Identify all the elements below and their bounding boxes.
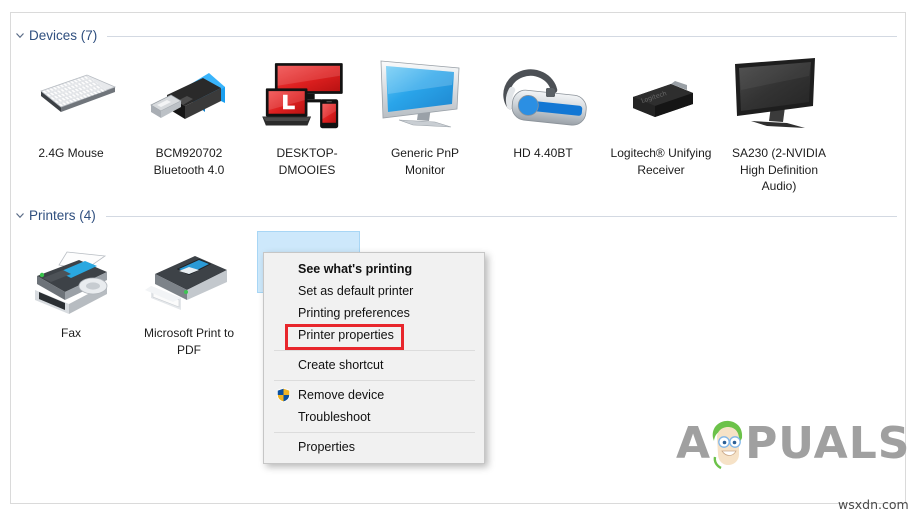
device-label: HD 4.40BT — [513, 146, 573, 160]
device-tile-mouse[interactable]: 2.4G Mouse — [12, 51, 130, 162]
group-title-printers: Printers (4) — [29, 207, 96, 223]
menu-separator — [264, 428, 484, 436]
group-rule — [107, 35, 897, 37]
context-menu-item-printer-properties[interactable]: Printer properties — [264, 324, 484, 346]
device-tile-computer[interactable]: DESKTOP-DMOOIES — [248, 51, 366, 178]
menu-item-label: Properties — [298, 440, 355, 454]
chevron-down-icon[interactable] — [13, 28, 27, 42]
menu-item-label: Create shortcut — [298, 358, 384, 372]
chevron-down-icon[interactable] — [13, 208, 27, 222]
context-menu-item-troubleshoot[interactable]: Troubleshoot — [264, 406, 484, 428]
menu-separator — [264, 346, 484, 354]
usb-nano-receiver-icon: Logitech — [602, 51, 720, 143]
device-tile-bluetooth-dongle[interactable]: BCM920702 Bluetooth 4.0 — [130, 51, 248, 178]
watermark-text-right: PUALS — [745, 418, 911, 469]
context-menu-item-printing-preferences[interactable]: Printing preferences — [264, 302, 484, 324]
device-tile-pnp-monitor[interactable]: Generic PnP Monitor — [366, 51, 484, 178]
menu-item-label: Troubleshoot — [298, 410, 371, 424]
site-credit: wsxdn.com — [838, 497, 909, 512]
context-menu-item-create-shortcut[interactable]: Create shortcut — [264, 354, 484, 376]
printer-context-menu[interactable]: See what's printing Set as default print… — [263, 252, 485, 464]
device-tile-headset[interactable]: HD 4.40BT — [484, 51, 602, 162]
printer-label: Fax — [60, 326, 81, 340]
screenshot-root: Devices (7) 2.4G Mouse BCM920702 Bluetoo… — [0, 0, 922, 518]
keyboard-icon — [12, 51, 130, 143]
uac-shield-icon — [276, 387, 291, 403]
printer-label: Microsoft Print to PDF — [143, 326, 235, 357]
menu-item-label: Set as default printer — [298, 284, 414, 298]
group-header-devices[interactable]: Devices (7) — [13, 25, 897, 45]
appuals-watermark: A PUALS — [676, 418, 910, 470]
device-label: BCM920702 Bluetooth 4.0 — [153, 146, 225, 177]
context-menu-item-see-whats-printing[interactable]: See what's printing — [264, 258, 484, 280]
printer-tile-print-to-pdf[interactable]: Microsoft Print to PDF — [130, 231, 248, 358]
group-rule — [105, 215, 897, 217]
bluetooth-headset-icon — [484, 51, 602, 143]
context-menu-item-set-as-default-printer[interactable]: Set as default printer — [264, 280, 484, 302]
monitor-black-icon — [720, 51, 838, 143]
device-tile-sa230[interactable]: SA230 (2-NVIDIA High Definition Audio) — [720, 51, 838, 195]
printer-icon — [130, 231, 248, 323]
printer-tile-fax[interactable]: Fax — [12, 231, 130, 342]
computer-devices-icon — [248, 51, 366, 143]
fax-machine-icon — [12, 231, 130, 323]
menu-item-label: Remove device — [298, 388, 385, 402]
device-label: SA230 (2-NVIDIA High Definition Audio) — [731, 146, 827, 193]
device-label: Logitech® Unifying Receiver — [610, 146, 712, 177]
usb-bluetooth-dongle-icon — [130, 51, 248, 143]
context-menu-item-properties[interactable]: Properties — [264, 436, 484, 458]
device-label: DESKTOP-DMOOIES — [276, 146, 338, 177]
device-label: 2.4G Mouse — [38, 146, 104, 160]
group-header-printers[interactable]: Printers (4) — [13, 205, 897, 225]
menu-item-label: See what's printing — [298, 262, 413, 276]
menu-item-label: Printing preferences — [298, 306, 410, 320]
mascot-face-icon — [705, 418, 749, 470]
context-menu-item-remove-device[interactable]: Remove device — [264, 384, 484, 406]
menu-item-label: Printer properties — [298, 328, 394, 342]
menu-separator — [264, 376, 484, 384]
device-tile-unifying-receiver[interactable]: Logitech Logitech® Unifying Receiver — [602, 51, 720, 178]
monitor-blue-icon — [366, 51, 484, 143]
group-title-devices: Devices (7) — [29, 27, 98, 43]
device-label: Generic PnP Monitor — [390, 146, 460, 177]
